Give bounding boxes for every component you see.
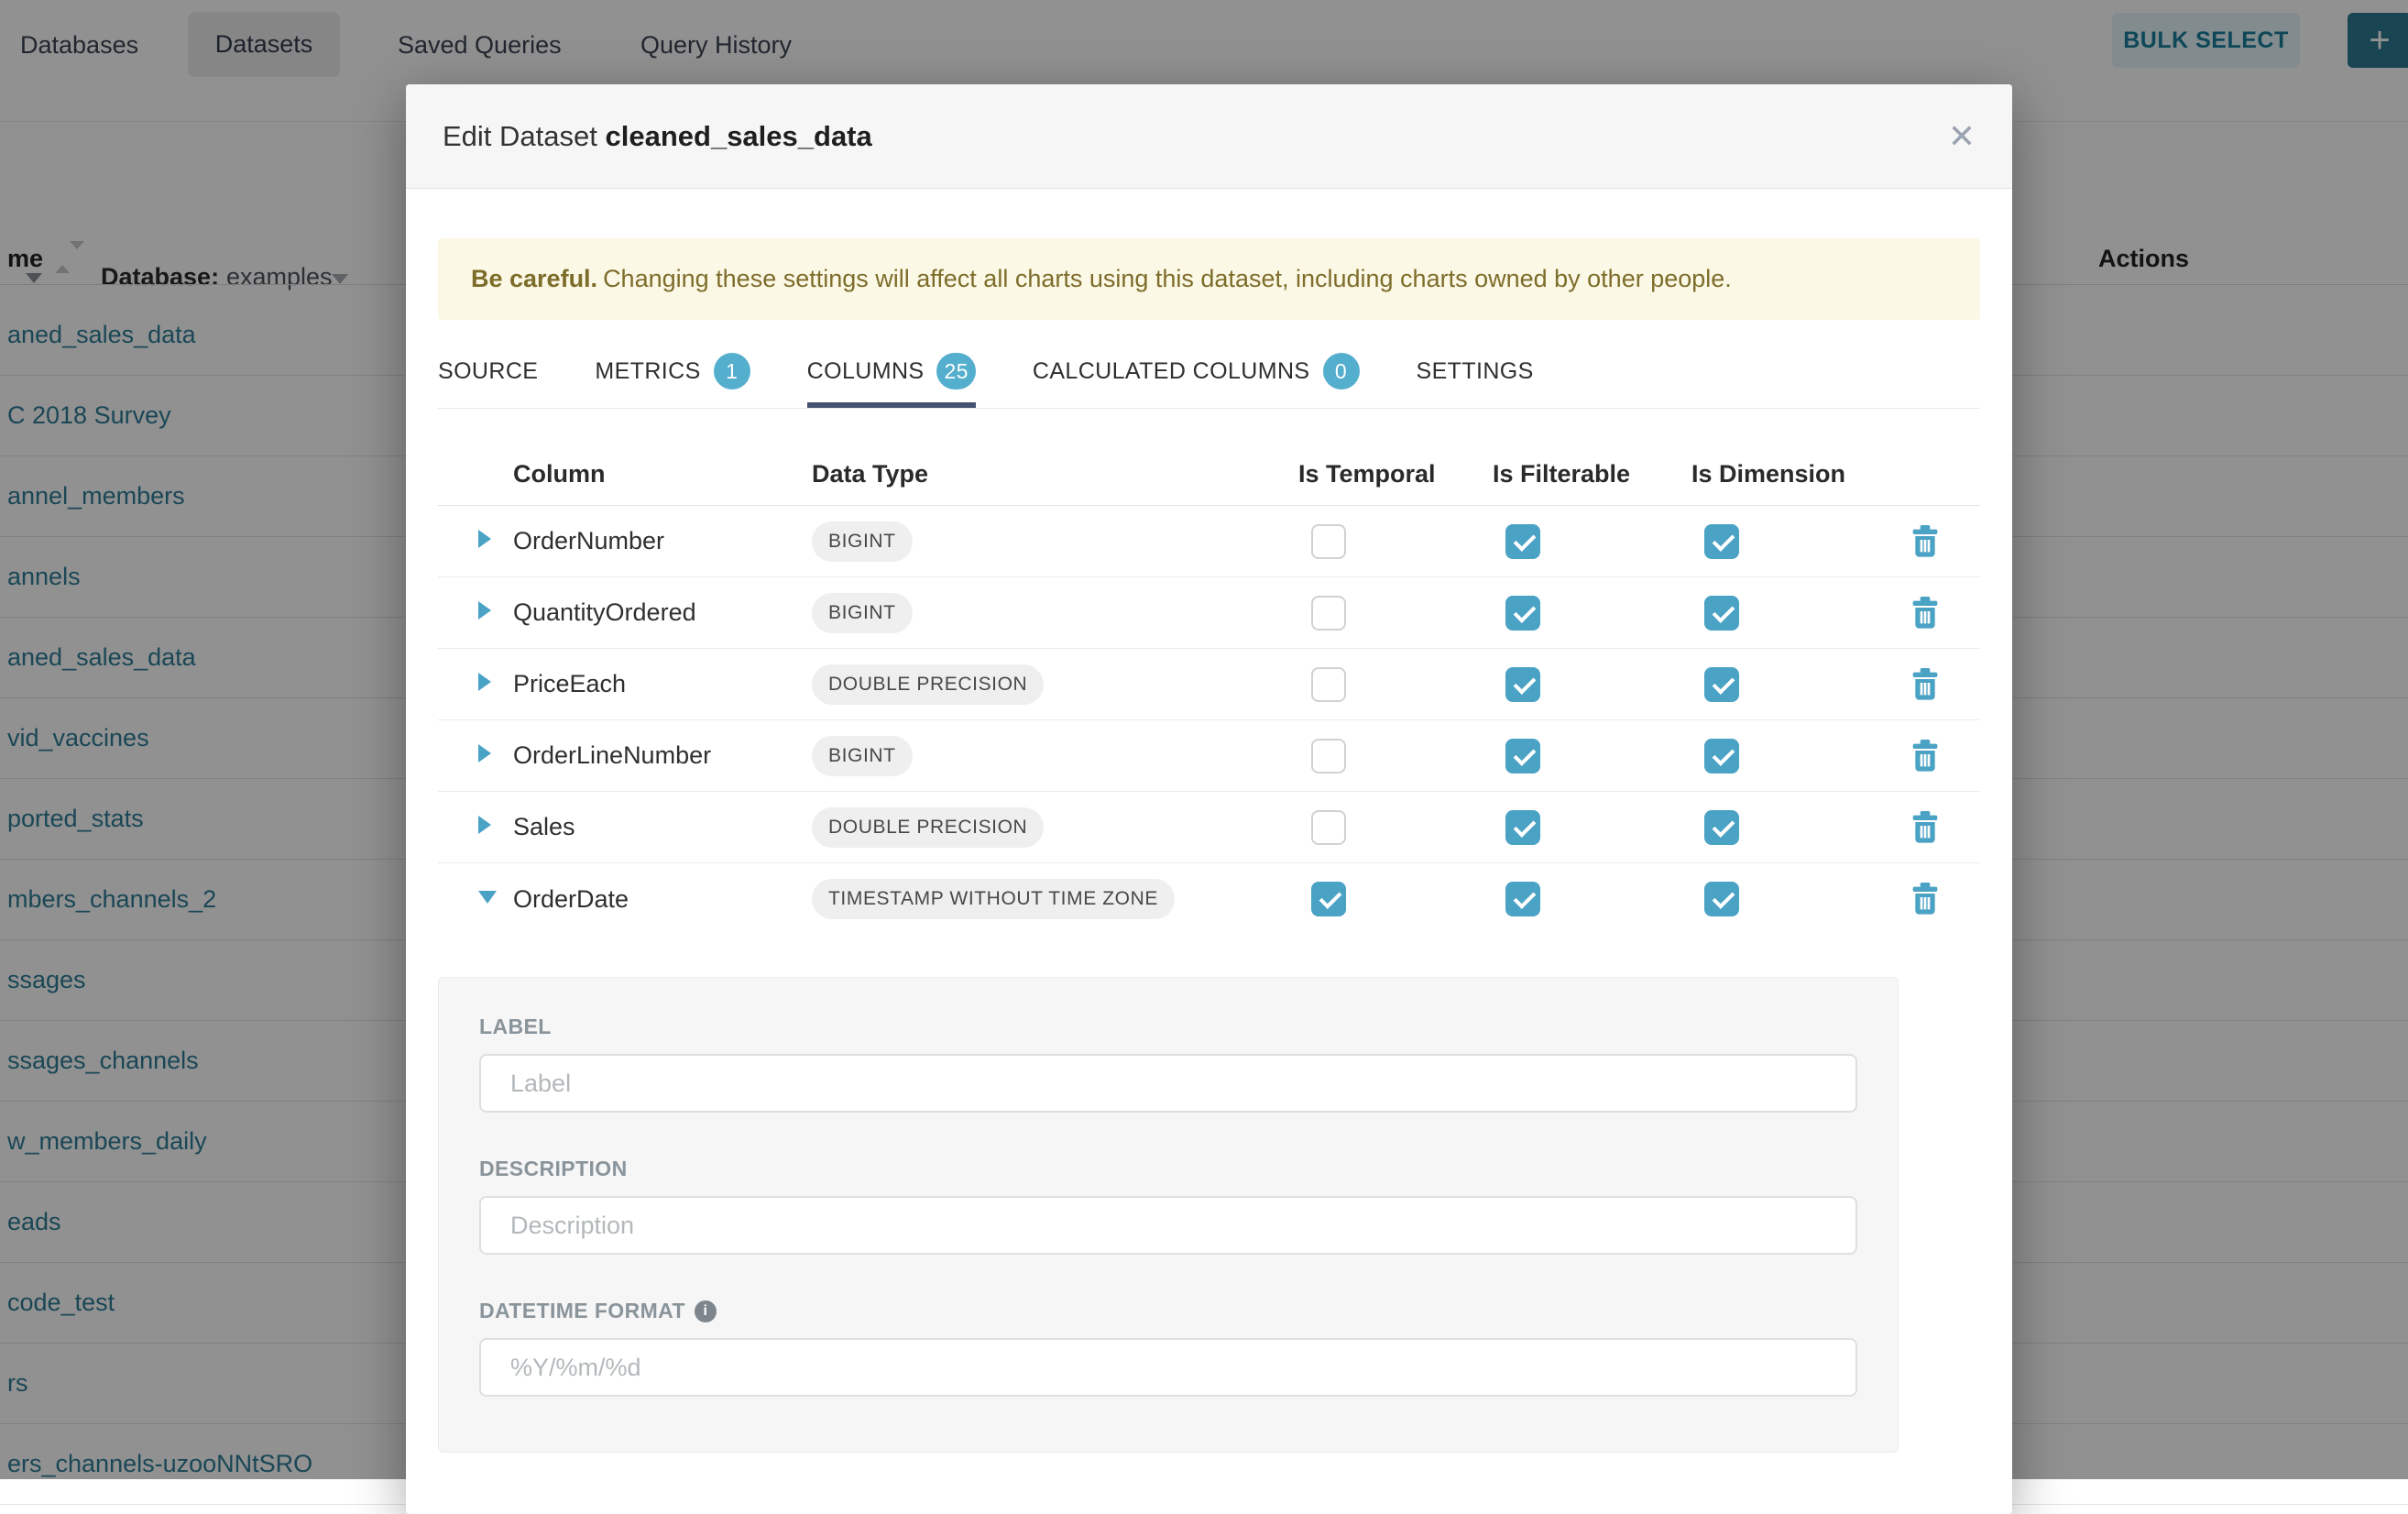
is-dimension-checkbox[interactable] <box>1704 739 1739 773</box>
data-type-pill: BIGINT <box>812 736 913 776</box>
data-type-pill: BIGINT <box>812 593 913 633</box>
expand-caret-icon[interactable] <box>478 673 491 691</box>
label-input[interactable] <box>479 1054 1857 1113</box>
expand-caret-icon[interactable] <box>478 601 491 620</box>
column-name: OrderDate <box>513 885 812 914</box>
modal-dataset-name: cleaned_sales_data <box>606 120 872 152</box>
metrics-count-badge: 1 <box>714 353 750 389</box>
label-field-label: LABEL <box>479 1015 1857 1039</box>
column-row: PriceEach DOUBLE PRECISION <box>438 649 1980 720</box>
data-type-pill: BIGINT <box>812 521 913 562</box>
column-name: OrderNumber <box>513 527 812 555</box>
is-temporal-checkbox[interactable] <box>1311 596 1346 631</box>
datetime-format-field-group: DATETIME FORMAT i <box>479 1299 1857 1397</box>
is-filterable-checkbox[interactable] <box>1505 882 1540 916</box>
is-temporal-checkbox[interactable] <box>1311 882 1346 916</box>
modal-title-prefix: Edit Dataset <box>443 120 597 152</box>
is-temporal-checkbox[interactable] <box>1311 524 1346 559</box>
modal-tabs: SOURCE METRICS 1 COLUMNS 25 CALCULATED C… <box>438 353 1980 409</box>
is-filterable-header: Is Filterable <box>1493 460 1691 488</box>
modal-title: Edit Dataset cleaned_sales_data <box>443 120 872 153</box>
is-filterable-checkbox[interactable] <box>1505 739 1540 773</box>
is-dimension-checkbox[interactable] <box>1704 596 1739 631</box>
expand-caret-icon[interactable] <box>478 744 491 762</box>
datetime-format-field-label: DATETIME FORMAT i <box>479 1299 1857 1323</box>
is-temporal-header: Is Temporal <box>1298 460 1493 488</box>
data-type-pill: DOUBLE PRECISION <box>812 664 1044 705</box>
tab-columns[interactable]: COLUMNS 25 <box>807 353 976 408</box>
column-name: Sales <box>513 813 812 841</box>
is-temporal-checkbox[interactable] <box>1311 810 1346 845</box>
is-temporal-checkbox[interactable] <box>1311 739 1346 773</box>
delete-icon[interactable] <box>1910 811 1940 844</box>
expand-caret-icon[interactable] <box>478 530 491 548</box>
collapse-caret-icon[interactable] <box>478 891 497 904</box>
delete-icon[interactable] <box>1910 597 1940 630</box>
column-row: OrderNumber BIGINT <box>438 506 1980 577</box>
column-name: QuantityOrdered <box>513 598 812 627</box>
is-dimension-checkbox[interactable] <box>1704 524 1739 559</box>
is-filterable-checkbox[interactable] <box>1505 524 1540 559</box>
expand-caret-icon[interactable] <box>478 816 491 834</box>
is-dimension-checkbox[interactable] <box>1704 810 1739 845</box>
tab-settings[interactable]: SETTINGS <box>1417 353 1534 408</box>
tab-metrics[interactable]: METRICS 1 <box>595 353 750 408</box>
tab-calculated-columns[interactable]: CALCULATED COLUMNS 0 <box>1033 353 1360 408</box>
info-icon[interactable]: i <box>695 1300 717 1322</box>
column-header: Column <box>513 460 812 488</box>
is-dimension-header: Is Dimension <box>1691 460 1869 488</box>
close-icon[interactable]: ✕ <box>1948 120 1976 153</box>
data-type-pill: TIMESTAMP WITHOUT TIME ZONE <box>812 879 1175 919</box>
modal-header: Edit Dataset cleaned_sales_data ✕ <box>406 84 2012 189</box>
warning-bold: Be careful. <box>471 265 597 292</box>
data-type-pill: DOUBLE PRECISION <box>812 807 1044 848</box>
column-row: QuantityOrdered BIGINT <box>438 577 1980 649</box>
edit-dataset-modal: Edit Dataset cleaned_sales_data ✕ Be car… <box>406 84 2012 1514</box>
delete-icon[interactable] <box>1910 740 1940 773</box>
label-field-group: LABEL <box>479 1015 1857 1113</box>
is-filterable-checkbox[interactable] <box>1505 810 1540 845</box>
warning-text: Changing these settings will affect all … <box>603 265 1732 292</box>
modal-body: Be careful.Changing these settings will … <box>406 238 2012 1453</box>
tab-source[interactable]: SOURCE <box>438 353 538 408</box>
column-name: OrderLineNumber <box>513 741 812 770</box>
column-name: PriceEach <box>513 670 812 698</box>
is-dimension-checkbox[interactable] <box>1704 667 1739 702</box>
column-row: OrderLineNumber BIGINT <box>438 720 1980 792</box>
delete-icon[interactable] <box>1910 525 1940 558</box>
description-input[interactable] <box>479 1196 1857 1255</box>
is-filterable-checkbox[interactable] <box>1505 667 1540 702</box>
columns-table-header: Column Data Type Is Temporal Is Filterab… <box>438 409 1980 506</box>
delete-icon[interactable] <box>1910 668 1940 701</box>
warning-banner: Be careful.Changing these settings will … <box>438 238 1980 320</box>
datetime-format-input[interactable] <box>479 1338 1857 1397</box>
is-filterable-checkbox[interactable] <box>1505 596 1540 631</box>
data-type-header: Data Type <box>812 460 1298 488</box>
is-temporal-checkbox[interactable] <box>1311 667 1346 702</box>
description-field-group: DESCRIPTION <box>479 1157 1857 1255</box>
delete-icon[interactable] <box>1910 883 1940 916</box>
calculated-columns-count-badge: 0 <box>1323 353 1360 389</box>
column-row: OrderDate TIMESTAMP WITHOUT TIME ZONE <box>438 863 1980 935</box>
is-dimension-checkbox[interactable] <box>1704 882 1739 916</box>
columns-count-badge: 25 <box>936 353 975 389</box>
description-field-label: DESCRIPTION <box>479 1157 1857 1181</box>
column-editor-panel: LABEL DESCRIPTION DATETIME FORMAT i <box>438 977 1899 1453</box>
column-row: Sales DOUBLE PRECISION <box>438 792 1980 863</box>
